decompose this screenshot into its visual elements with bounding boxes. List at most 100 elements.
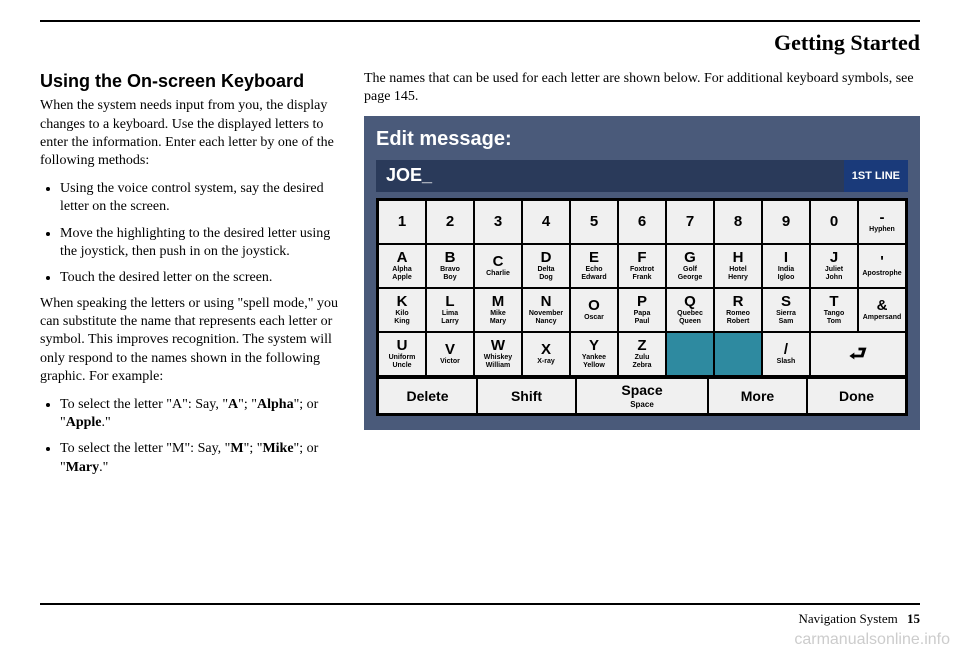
- key-sub: Frank: [632, 274, 651, 281]
- key-main: M: [492, 294, 505, 309]
- keyboard-key-d[interactable]: DDeltaDog: [522, 244, 570, 288]
- key-sub: Igloo: [778, 274, 795, 281]
- key-sub: Charlie: [486, 270, 510, 277]
- key-main: 2: [446, 214, 454, 229]
- key-sub: George: [678, 274, 703, 281]
- key-main: O: [588, 298, 600, 313]
- key-main: ': [880, 254, 884, 269]
- key-main: 3: [494, 214, 502, 229]
- keyboard-key-/[interactable]: /Slash: [762, 332, 810, 376]
- keyboard-key-6[interactable]: 6: [618, 200, 666, 244]
- key-sub: King: [394, 318, 410, 325]
- keyboard-key-blank: [714, 332, 762, 376]
- key-main: Z: [637, 338, 646, 353]
- key-main: P: [637, 294, 647, 309]
- keyboard-key-8[interactable]: 8: [714, 200, 762, 244]
- key-main: B: [445, 250, 456, 265]
- keyboard-key-v[interactable]: VVictor: [426, 332, 474, 376]
- button-label: Space: [621, 381, 662, 399]
- keyboard-key-i[interactable]: IIndiaIgloo: [762, 244, 810, 288]
- key-main: G: [684, 250, 696, 265]
- key-sub: Sam: [779, 318, 794, 325]
- keyboard-key-p[interactable]: PPapaPaul: [618, 288, 666, 332]
- keyboard-key-4[interactable]: 4: [522, 200, 570, 244]
- keyboard-key--[interactable]: -Hyphen: [858, 200, 906, 244]
- spell-intro: When speaking the letters or using "spel…: [40, 295, 340, 386]
- right-intro: The names that can be used for each lett…: [364, 70, 920, 106]
- section-heading: Using the On-screen Keyboard: [40, 70, 340, 93]
- key-sub: Zulu: [635, 354, 650, 361]
- key-sub: Whiskey: [484, 354, 512, 361]
- keyboard-key-b[interactable]: BBravoBoy: [426, 244, 474, 288]
- keyboard-key-7[interactable]: 7: [666, 200, 714, 244]
- keyboard-key-k[interactable]: KKiloKing: [378, 288, 426, 332]
- keyboard-key-n[interactable]: NNovemberNancy: [522, 288, 570, 332]
- key-sub: Mike: [490, 310, 506, 317]
- key-sub: Kilo: [395, 310, 408, 317]
- keyboard-key-0[interactable]: 0: [810, 200, 858, 244]
- key-sub: Golf: [683, 266, 697, 273]
- keyboard-key-f[interactable]: FFoxtrotFrank: [618, 244, 666, 288]
- keyboard-key-r[interactable]: RRomeoRobert: [714, 288, 762, 332]
- keyboard-key-m[interactable]: MMikeMary: [474, 288, 522, 332]
- key-sub: Papa: [634, 310, 651, 317]
- keyboard-key-w[interactable]: WWhiskeyWilliam: [474, 332, 522, 376]
- keyboard-key-1[interactable]: 1: [378, 200, 426, 244]
- keyboard-delete-button[interactable]: Delete: [378, 378, 477, 414]
- keyboard-key-enter[interactable]: ⮐: [810, 332, 906, 376]
- line-badge[interactable]: 1ST LINE: [844, 160, 908, 191]
- keyboard-key-c[interactable]: CCharlie: [474, 244, 522, 288]
- key-main: 7: [686, 214, 694, 229]
- keyboard-space-button[interactable]: SpaceSpace: [576, 378, 708, 414]
- keyboard-key-l[interactable]: LLimaLarry: [426, 288, 474, 332]
- key-sub: Romeo: [726, 310, 750, 317]
- button-sub: Space: [630, 400, 654, 410]
- keyboard-key-9[interactable]: 9: [762, 200, 810, 244]
- method-item: Touch the desired letter on the screen.: [60, 269, 340, 287]
- keyboard-more-button[interactable]: More: [708, 378, 807, 414]
- keyboard-key-5[interactable]: 5: [570, 200, 618, 244]
- right-column: The names that can be used for each lett…: [364, 70, 920, 595]
- keyboard-key-s[interactable]: SSierraSam: [762, 288, 810, 332]
- keyboard-key-3[interactable]: 3: [474, 200, 522, 244]
- method-item: Using the voice control system, say the …: [60, 180, 340, 216]
- key-sub: Juliet: [825, 266, 843, 273]
- key-main: C: [493, 254, 504, 269]
- keyboard-key-j[interactable]: JJulietJohn: [810, 244, 858, 288]
- keyboard-key-g[interactable]: GGolfGeorge: [666, 244, 714, 288]
- button-label: Delete: [406, 387, 448, 405]
- keyboard-key-2[interactable]: 2: [426, 200, 474, 244]
- keyboard-key-a[interactable]: AAlphaApple: [378, 244, 426, 288]
- keyboard-key-e[interactable]: EEchoEdward: [570, 244, 618, 288]
- key-sub: John: [826, 274, 843, 281]
- keyboard-key-x[interactable]: XX-ray: [522, 332, 570, 376]
- key-main: F: [637, 250, 646, 265]
- keyboard-input[interactable]: JOE_: [376, 160, 844, 191]
- key-sub: William: [486, 362, 510, 369]
- keyboard-key-'[interactable]: 'Apostrophe: [858, 244, 906, 288]
- keyboard-shift-button[interactable]: Shift: [477, 378, 576, 414]
- key-main: I: [784, 250, 788, 265]
- keyboard-key-o[interactable]: OOscar: [570, 288, 618, 332]
- keyboard-key-q[interactable]: QQuebecQueen: [666, 288, 714, 332]
- method-item: Move the highlighting to the desired let…: [60, 225, 340, 261]
- key-sub: Larry: [441, 318, 459, 325]
- key-sub: Apostrophe: [862, 270, 901, 277]
- keyboard-key-t[interactable]: TTangoTom: [810, 288, 858, 332]
- keyboard-key-y[interactable]: YYankeeYellow: [570, 332, 618, 376]
- keyboard-key-z[interactable]: ZZuluZebra: [618, 332, 666, 376]
- keyboard-done-button[interactable]: Done: [807, 378, 906, 414]
- key-sub: X-ray: [537, 358, 555, 365]
- key-main: 6: [638, 214, 646, 229]
- examples-list: To select the letter "A": Say, "A"; "Alp…: [40, 396, 340, 477]
- page-content: Using the On-screen Keyboard When the sy…: [40, 70, 920, 595]
- key-main: X: [541, 342, 551, 357]
- keyboard-key-h[interactable]: HHotelHenry: [714, 244, 762, 288]
- key-sub: Echo: [585, 266, 602, 273]
- key-sub: Queen: [679, 318, 701, 325]
- key-main: V: [445, 342, 455, 357]
- key-sub: Yankee: [582, 354, 606, 361]
- keyboard-key-&[interactable]: &Ampersand: [858, 288, 906, 332]
- keyboard-key-u[interactable]: UUniformUncle: [378, 332, 426, 376]
- key-main: N: [541, 294, 552, 309]
